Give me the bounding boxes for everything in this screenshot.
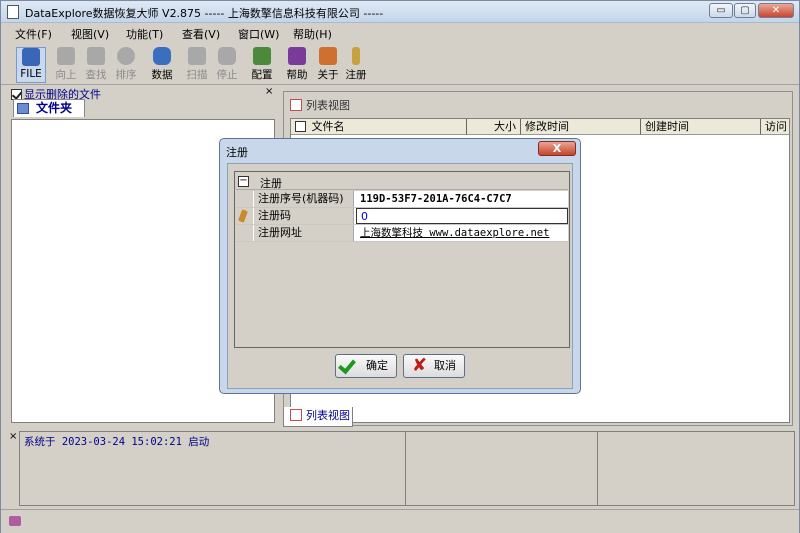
sort-icon <box>117 47 135 65</box>
help-button[interactable]: 帮助 <box>282 47 312 83</box>
help-icon <box>288 47 306 65</box>
row-marker <box>236 225 253 241</box>
app-icon <box>7 5 19 19</box>
cancel-button[interactable]: ✘ 取消 <box>403 354 465 378</box>
about-icon <box>319 47 337 65</box>
data-icon <box>153 47 171 65</box>
up-icon <box>57 47 75 65</box>
check-icon <box>338 355 356 375</box>
row-register-code: 注册码 0 <box>236 208 568 225</box>
data-button[interactable]: 数据 <box>147 47 177 83</box>
title-bar: DataExplore数据恢复大师 V2.875 ----- 上海数擎信息科技有… <box>1 1 799 23</box>
right-scrollbar[interactable] <box>793 91 799 421</box>
cancel-label: 取消 <box>434 359 456 372</box>
menu-bar: 文件(F) 视图(V) 功能(T) 查看(V) 窗口(W) 帮助(H) <box>1 23 799 43</box>
toolbar: FILE 向上 查找 排序 数据 扫描 停止 配置 帮助 关于 注册 <box>1 43 799 85</box>
find-label: 查找 <box>85 69 107 81</box>
folder-icon <box>17 103 29 114</box>
register-url-label: 注册网址 <box>254 225 354 241</box>
up-label: 向上 <box>55 69 77 81</box>
cancel-x-icon: ✘ <box>412 355 428 376</box>
ok-label: 确定 <box>366 359 388 372</box>
status-icon <box>9 516 21 526</box>
register-label: 注册 <box>345 69 367 81</box>
minimize-button[interactable]: ▭ <box>709 3 733 18</box>
column-size[interactable]: 大小 <box>467 119 521 135</box>
up-button[interactable]: 向上 <box>51 47 81 83</box>
pencil-icon <box>238 209 248 223</box>
machine-code-label: 注册序号(机器码) <box>254 191 354 207</box>
list-view-tab-label: 列表视图 <box>306 409 350 422</box>
menu-file[interactable]: 文件(F) <box>15 26 52 42</box>
help-label: 帮助 <box>286 69 308 81</box>
log-panel: 系统于 2023-03-24 15:02:21 启动 <box>19 431 795 506</box>
stop-label: 停止 <box>216 69 238 81</box>
config-label: 配置 <box>251 69 273 81</box>
column-filename[interactable]: 文件名 <box>291 119 467 135</box>
list-view-icon <box>290 99 302 111</box>
row-marker <box>236 208 253 224</box>
list-view-header: 列表视图 <box>290 97 350 113</box>
sort-label: 排序 <box>115 69 137 81</box>
find-icon <box>87 47 105 65</box>
list-view-tab-icon <box>290 409 302 421</box>
file-icon <box>22 48 40 66</box>
register-button[interactable]: 注册 <box>341 47 371 83</box>
register-code-label: 注册码 <box>254 208 354 224</box>
dialog-title: 注册 <box>226 146 248 159</box>
tab-list-view[interactable]: 列表视图 <box>283 407 353 427</box>
log-cell-2 <box>406 432 598 505</box>
stop-button[interactable]: 停止 <box>212 47 242 83</box>
section-label: 注册 <box>260 177 282 190</box>
dialog-body: − 注册 注册序号(机器码) 119D-53F7-201A-76C4-C7C7 … <box>227 163 573 389</box>
menu-view[interactable]: 视图(V) <box>71 26 109 42</box>
row-machine-code: 注册序号(机器码) 119D-53F7-201A-76C4-C7C7 <box>236 191 568 208</box>
select-all-checkbox[interactable] <box>295 121 306 132</box>
status-bar <box>1 509 799 533</box>
row-register-url: 注册网址 上海数擎科技 www.dataexplore.net <box>236 225 568 242</box>
column-accessed[interactable]: 访问 <box>761 119 789 135</box>
row-marker <box>236 191 253 207</box>
folder-tab-label: 文件夹 <box>36 101 73 115</box>
log-line: 系统于 2023-03-24 15:02:21 启动 <box>24 436 210 448</box>
menu-help[interactable]: 帮助(H) <box>293 26 332 42</box>
scan-label: 扫描 <box>186 69 208 81</box>
machine-code-value: 119D-53F7-201A-76C4-C7C7 <box>360 193 512 205</box>
scan-button[interactable]: 扫描 <box>182 47 212 83</box>
register-url-link[interactable]: 上海数擎科技 www.dataexplore.net <box>356 225 568 241</box>
list-view-title: 列表视图 <box>306 99 350 112</box>
data-label: 数据 <box>151 69 173 81</box>
column-filename-label: 文件名 <box>311 120 345 133</box>
log-cell-main: 系统于 2023-03-24 15:02:21 启动 <box>20 432 406 505</box>
section-header[interactable]: − 注册 <box>236 173 568 190</box>
file-button[interactable]: FILE <box>16 47 46 83</box>
maximize-button[interactable]: ▢ <box>734 3 756 18</box>
scan-icon <box>188 47 206 65</box>
menu-function[interactable]: 功能(T) <box>126 26 163 42</box>
about-button[interactable]: 关于 <box>313 47 343 83</box>
column-modified[interactable]: 修改时间 <box>521 119 641 135</box>
register-icon <box>352 47 360 65</box>
window-title: DataExplore数据恢复大师 V2.875 ----- 上海数擎信息科技有… <box>25 7 384 20</box>
column-created[interactable]: 创建时间 <box>641 119 761 135</box>
tab-folder[interactable]: 文件夹 <box>13 99 85 117</box>
log-close-icon[interactable]: × <box>9 431 17 442</box>
ok-button[interactable]: 确定 <box>335 354 397 378</box>
menu-inspect[interactable]: 查看(V) <box>182 26 220 42</box>
dialog-close-button[interactable]: X <box>538 141 576 156</box>
find-button[interactable]: 查找 <box>81 47 111 83</box>
collapse-icon[interactable]: − <box>238 176 249 187</box>
file-label: FILE <box>20 68 42 80</box>
register-code-input[interactable]: 0 <box>356 208 568 224</box>
config-icon <box>253 47 271 65</box>
menu-window[interactable]: 窗口(W) <box>238 26 279 42</box>
config-button[interactable]: 配置 <box>247 47 277 83</box>
stop-icon <box>218 47 236 65</box>
register-dialog: 注册 X − 注册 注册序号(机器码) 119D-53F7-201A-76C4-… <box>219 138 581 394</box>
close-button[interactable]: ✕ <box>758 3 794 18</box>
about-label: 关于 <box>317 69 339 81</box>
property-grid: − 注册 注册序号(机器码) 119D-53F7-201A-76C4-C7C7 … <box>234 171 570 348</box>
left-panel-close-icon[interactable]: × <box>265 86 273 97</box>
sort-button[interactable]: 排序 <box>111 47 141 83</box>
